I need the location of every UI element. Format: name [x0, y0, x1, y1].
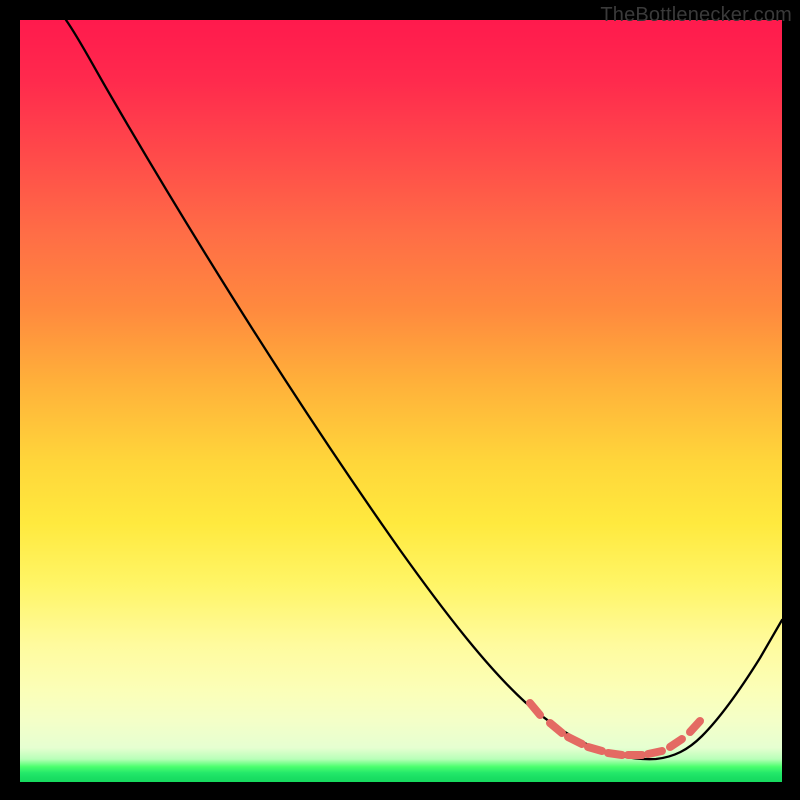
chart-frame: TheBottlenecker.com	[0, 0, 800, 800]
optimum-markers	[530, 703, 700, 755]
chart-svg	[20, 20, 782, 782]
watermark-text: TheBottlenecker.com	[600, 4, 792, 27]
bottleneck-curve	[66, 20, 782, 759]
